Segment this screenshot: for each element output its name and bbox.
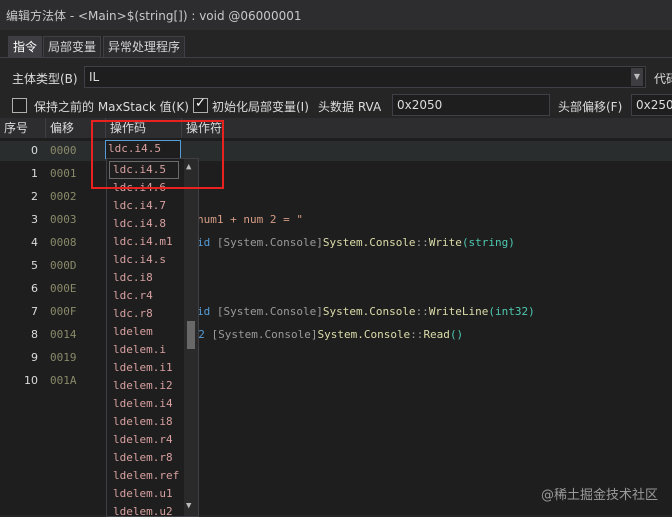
- operand-method[interactable]: t32 [System.Console]System.Console::Read…: [185, 328, 463, 341]
- row-index: 1: [31, 167, 38, 180]
- tab-instructions[interactable]: 指令: [8, 36, 43, 57]
- header-rva-field[interactable]: 0x2050: [392, 94, 550, 116]
- row-index: 6: [31, 282, 38, 295]
- row-offset: 0002: [50, 190, 77, 203]
- row-index: 0: [31, 144, 38, 157]
- check-icon: ✓: [195, 96, 206, 111]
- tab-label: 指令: [13, 40, 38, 54]
- row-index: 8: [31, 328, 38, 341]
- operand-class: System.Console: [317, 328, 411, 341]
- operand-args: (int32): [488, 305, 535, 318]
- title-bar: 编辑方法体 - <Main>$(string[]) : void @060000…: [0, 0, 672, 30]
- operand-string[interactable]: num1 + num 2 = ": [197, 213, 303, 226]
- scrollbar-thumb[interactable]: [187, 321, 195, 349]
- dropdown-item[interactable]: ldelem.u1: [113, 487, 173, 500]
- body-type-row: 主体类型(B) IL ▼ 代码: [0, 64, 672, 90]
- tab-label: 局部变量: [48, 40, 97, 54]
- row-offset: 0001: [50, 167, 77, 180]
- window-title: 编辑方法体 - <Main>$(string[]) : void @060000…: [6, 9, 302, 23]
- dropdown-item[interactable]: ldelem.ref: [113, 469, 179, 482]
- init-locals-checkbox[interactable]: ✓: [193, 96, 208, 113]
- operand-args: (string): [461, 236, 515, 249]
- operand-class: System.Console: [322, 305, 416, 318]
- operand-class: System.Console: [322, 236, 416, 249]
- row-index: 2: [31, 190, 38, 203]
- dropdown-item[interactable]: ldelem.i2: [113, 379, 173, 392]
- body-type-label: 主体类型(B): [12, 72, 78, 86]
- code-label: 代码: [654, 72, 672, 86]
- operand-separator: ::: [415, 236, 429, 249]
- row-offset: 0019: [50, 351, 77, 364]
- dropdown-item[interactable]: ldc.i4.8: [113, 217, 166, 230]
- operand-assembly: [System.Console]: [211, 328, 318, 341]
- dropdown-item[interactable]: ldelem.i1: [113, 361, 173, 374]
- row-index: 7: [31, 305, 38, 318]
- keep-maxstack-label: 保持之前的 MaxStack 值(K): [34, 100, 189, 114]
- column-header-operand[interactable]: 操作符: [182, 118, 672, 138]
- dropdown-item[interactable]: ldelem.i8: [113, 415, 173, 428]
- tab-label: 异常处理程序: [108, 40, 181, 54]
- row-offset: 0003: [50, 213, 77, 226]
- operand-keyword: id: [197, 236, 217, 249]
- tab-locals[interactable]: 局部变量: [43, 36, 102, 57]
- operand-method[interactable]: id [System.Console]System.Console::Write…: [197, 236, 515, 249]
- header-offset-field[interactable]: 0x250: [631, 94, 672, 116]
- dropdown-item[interactable]: ldc.i4.s: [113, 253, 166, 266]
- operand-separator: ::: [410, 328, 424, 341]
- chevron-down-icon[interactable]: ▼: [631, 68, 643, 86]
- dropdown-item[interactable]: ldelem.i: [113, 343, 166, 356]
- row-offset: 000F: [50, 305, 77, 318]
- header-rva-value: 0x2050: [397, 98, 443, 112]
- row-index: 5: [31, 259, 38, 272]
- dropdown-item[interactable]: ldelem.r8: [113, 451, 173, 464]
- operand-assembly: [System.Console]: [216, 305, 323, 318]
- keep-maxstack-checkbox[interactable]: [12, 98, 27, 113]
- column-header-index[interactable]: 序号: [0, 118, 46, 138]
- dropdown-scrollbar[interactable]: ▲ ▼: [184, 159, 198, 516]
- row-offset: 000E: [50, 282, 77, 295]
- row-offset: 000D: [50, 259, 77, 272]
- tab-divider: [0, 57, 672, 58]
- operand-separator: ::: [415, 305, 429, 318]
- row-index: 9: [31, 351, 38, 364]
- scroll-down-icon[interactable]: ▼: [186, 501, 191, 511]
- header-offset-value: 0x250: [636, 98, 672, 112]
- dropdown-item[interactable]: ldc.r4: [113, 289, 153, 302]
- body-type-value: IL: [89, 70, 100, 84]
- opcode-dropdown[interactable]: ldc.i4.5 ldc.i4.6 ldc.i4.7 ldc.i4.8 ldc.…: [106, 158, 199, 517]
- body-type-combo[interactable]: IL ▼: [84, 66, 646, 88]
- row-offset: 0000: [50, 144, 77, 157]
- operand-keyword: id: [197, 305, 217, 318]
- header-rva-label: 头数据 RVA: [318, 100, 382, 114]
- operand-args: (): [449, 328, 464, 341]
- operand-assembly: [System.Console]: [216, 236, 323, 249]
- row-index: 10: [24, 374, 38, 387]
- operand-method-name: WriteLine: [428, 305, 489, 318]
- row-offset: 0008: [50, 236, 77, 249]
- highlight-annotation-box: [91, 120, 224, 189]
- dropdown-item[interactable]: ldelem: [113, 325, 153, 338]
- header-offset-label: 头部偏移(F): [558, 100, 623, 114]
- operand-method-name: Read: [423, 328, 450, 341]
- watermark: @稀土掘金技术社区: [540, 488, 658, 503]
- dropdown-item[interactable]: ldc.i8: [113, 271, 153, 284]
- operand-method[interactable]: id [System.Console]System.Console::Write…: [197, 305, 535, 318]
- dropdown-item[interactable]: ldc.r8: [113, 307, 153, 320]
- dropdown-item[interactable]: ldelem.i4: [113, 397, 173, 410]
- init-locals-label: 初始化局部变量(I): [212, 100, 309, 114]
- dropdown-item[interactable]: ldelem.r4: [113, 433, 173, 446]
- row-index: 3: [31, 213, 38, 226]
- dropdown-item[interactable]: ldelem.u2: [113, 505, 173, 516]
- operand-method-name: Write: [428, 236, 462, 249]
- tab-exception-handlers[interactable]: 异常处理程序: [103, 36, 186, 57]
- row-index: 4: [31, 236, 38, 249]
- row-offset: 001A: [50, 374, 77, 387]
- dropdown-item[interactable]: ldc.i4.m1: [113, 235, 173, 248]
- row-offset: 0014: [50, 328, 77, 341]
- dropdown-item[interactable]: ldc.i4.7: [113, 199, 166, 212]
